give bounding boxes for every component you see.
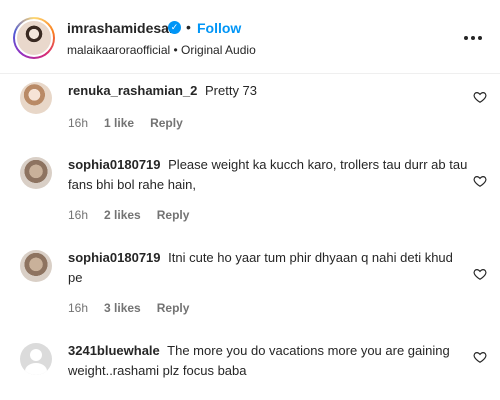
comment-time: 16h: [68, 116, 89, 130]
comment-username[interactable]: sophia0180719: [68, 157, 161, 172]
comment-text: Pretty 73: [204, 83, 258, 98]
comment-username[interactable]: renuka_rashamian_2: [68, 83, 197, 98]
comment-meta: 16h 1 like Reply: [68, 116, 183, 130]
post-header: imrashamidesai ✓ • Follow malaikaaroraof…: [0, 0, 500, 74]
comment-likes[interactable]: 3 likes: [104, 301, 141, 315]
commenter-avatar[interactable]: [20, 82, 52, 114]
poster-username[interactable]: imrashamidesai: [67, 20, 173, 36]
heart-icon[interactable]: [473, 90, 487, 104]
follow-button[interactable]: Follow: [197, 20, 241, 36]
comment-meta: 16h 2 likes Reply: [68, 208, 189, 222]
comment-item: sophia0180719 Please weight ka kucch kar…: [0, 152, 500, 232]
comment-time: 16h: [68, 301, 89, 315]
more-options-icon[interactable]: [464, 30, 484, 46]
comment-time: 16h: [68, 208, 89, 222]
default-avatar-icon[interactable]: [20, 343, 52, 375]
comment-likes[interactable]: 1 like: [104, 116, 134, 130]
verified-badge-icon: ✓: [168, 21, 181, 34]
heart-icon[interactable]: [473, 350, 487, 364]
audio-source[interactable]: malaikaaroraofficial • Original Audio: [67, 43, 256, 57]
comment-username[interactable]: 3241bluewhale: [68, 343, 160, 358]
commenter-avatar[interactable]: [20, 157, 52, 189]
comment-username[interactable]: sophia0180719: [68, 250, 161, 265]
comment-item: sophia0180719 Itni cute ho yaar tum phir…: [0, 245, 500, 325]
separator-dot: •: [186, 19, 191, 35]
reply-button[interactable]: Reply: [157, 208, 190, 222]
heart-icon[interactable]: [473, 174, 487, 188]
comment-meta: 16h 3 likes Reply: [68, 301, 189, 315]
poster-avatar[interactable]: [13, 17, 55, 59]
reply-button[interactable]: Reply: [150, 116, 183, 130]
heart-icon[interactable]: [473, 267, 487, 281]
reply-button[interactable]: Reply: [157, 301, 190, 315]
commenter-avatar[interactable]: [20, 250, 52, 282]
comment-item: renuka_rashamian_2 Pretty 73 16h 1 like …: [0, 78, 500, 136]
comment-item: 3241bluewhale The more you do vacations …: [0, 338, 500, 400]
comment-likes[interactable]: 2 likes: [104, 208, 141, 222]
